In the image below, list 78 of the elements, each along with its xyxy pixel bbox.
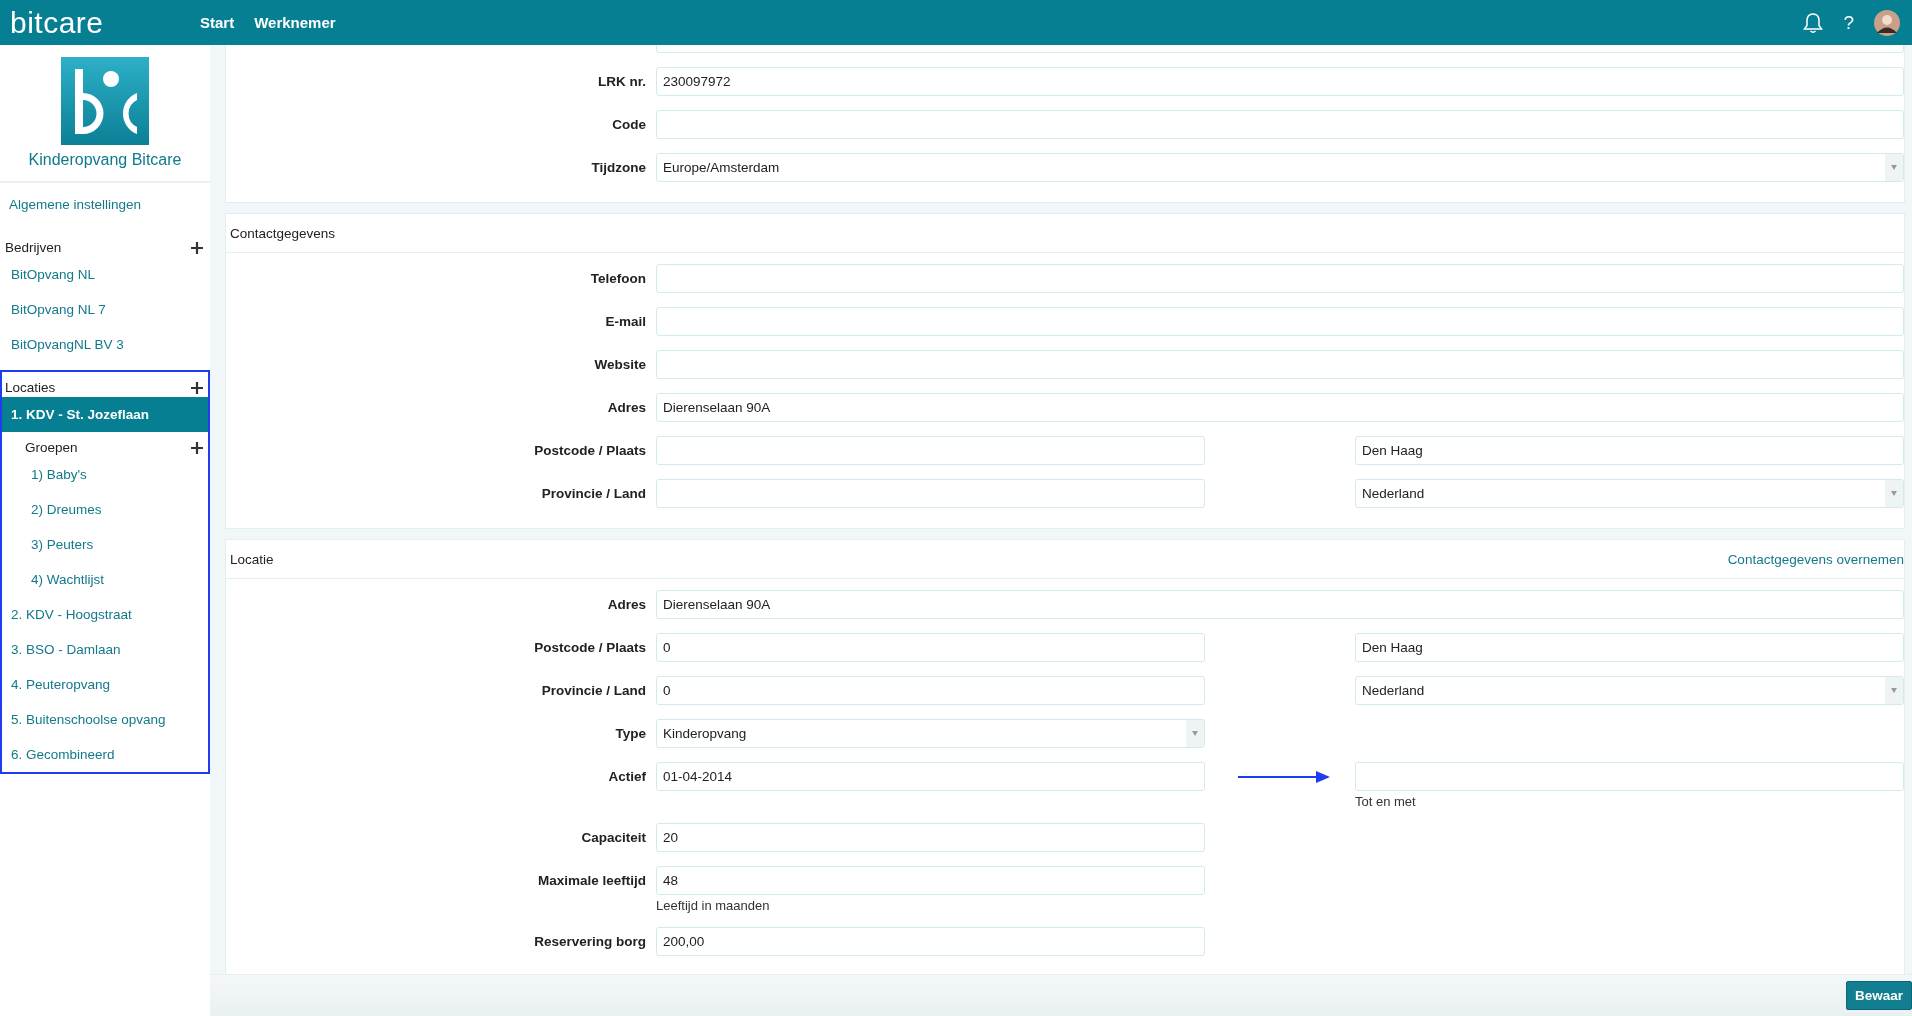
field-label: Provincie / Land bbox=[541, 683, 646, 698]
select-field[interactable]: Kinderopvang bbox=[656, 719, 1205, 748]
sidebar-item[interactable]: 1) Baby's bbox=[2, 457, 208, 492]
help-text: Tot en met bbox=[1355, 794, 1417, 809]
input-field[interactable] bbox=[656, 110, 1904, 139]
field-label: Provincie / Land bbox=[541, 486, 646, 501]
input-field[interactable]: 48 bbox=[656, 866, 1205, 895]
input-field[interactable]: 20 bbox=[656, 823, 1205, 852]
sidebar-item[interactable]: Algemene instellingen bbox=[0, 183, 210, 224]
input-field[interactable] bbox=[656, 307, 1904, 336]
field-label: Maximale leeftijd bbox=[537, 873, 646, 888]
field-label: Adres bbox=[607, 597, 646, 612]
select-field[interactable]: Nederland bbox=[1355, 676, 1904, 705]
input-field[interactable] bbox=[1355, 762, 1904, 791]
nav-link[interactable]: Start bbox=[200, 14, 235, 31]
sidebar-item[interactable]: BitOpvang NL 7 bbox=[2, 292, 208, 327]
field-label: Code bbox=[612, 117, 646, 132]
input-field[interactable]: Den Haag bbox=[1355, 633, 1904, 662]
field-label: Tijdzone bbox=[591, 160, 646, 175]
logo-icon bbox=[61, 57, 149, 145]
nav-link[interactable]: Werknemer bbox=[254, 14, 336, 31]
input-field[interactable]: Den Haag bbox=[1355, 436, 1904, 465]
field-label: Type bbox=[615, 726, 646, 741]
section-title: Groepen bbox=[25, 440, 78, 455]
input-field[interactable] bbox=[656, 350, 1904, 379]
sidebar-item[interactable]: 3. BSO - Damlaan bbox=[2, 632, 208, 667]
avatar-icon[interactable] bbox=[1874, 9, 1900, 36]
caret-icon bbox=[1891, 688, 1897, 693]
input-field[interactable]: Dierenselaan 90A bbox=[656, 590, 1904, 619]
copy-contact-link[interactable]: Contactgegevens overnemen bbox=[1727, 551, 1904, 567]
sidebar-item[interactable]: 6. Gecombineerd bbox=[2, 737, 208, 772]
field-label: Adres bbox=[607, 400, 646, 415]
arrow-icon bbox=[1238, 771, 1330, 783]
sidebar-item[interactable]: 2. KDV - Hoogstraat bbox=[2, 597, 208, 632]
sidebar-item[interactable]: 1. KDV - St. Jozeflaan bbox=[2, 397, 208, 432]
sidebar-item[interactable]: 4) Wachtlijst bbox=[2, 562, 208, 597]
caret-icon bbox=[1192, 731, 1198, 736]
caret-icon bbox=[1891, 165, 1897, 170]
input-field[interactable] bbox=[656, 264, 1904, 293]
help-text: Leeftijd in maanden bbox=[656, 898, 771, 913]
add-icon[interactable] bbox=[191, 441, 203, 454]
save-button[interactable]: Bewaar bbox=[1845, 981, 1912, 1010]
field-label: LRK nr. bbox=[598, 74, 646, 89]
bell-icon[interactable] bbox=[1803, 11, 1824, 34]
organization-name: Kinderopvang Bitcare bbox=[28, 151, 182, 169]
brand-logo[interactable]: bitcare bbox=[10, 7, 200, 38]
field-label: Postcode / Plaats bbox=[534, 443, 646, 458]
field-label: Postcode / Plaats bbox=[534, 640, 646, 655]
sidebar-item[interactable]: BitOpvangNL BV 3 bbox=[2, 327, 208, 362]
select-field[interactable]: Europe/Amsterdam bbox=[656, 153, 1904, 182]
section-title: Bedrijven bbox=[5, 240, 62, 255]
input-field[interactable] bbox=[656, 479, 1205, 508]
sidebar-item[interactable]: 3) Peuters bbox=[2, 527, 208, 562]
panel-title: Locatie bbox=[230, 551, 274, 567]
add-icon[interactable] bbox=[191, 241, 203, 254]
field-label: Telefoon bbox=[590, 271, 646, 286]
input-field[interactable]: 0 bbox=[656, 676, 1205, 705]
sidebar-item[interactable]: 2) Dreumes bbox=[2, 492, 208, 527]
input-field[interactable]: 230097972 bbox=[656, 67, 1904, 96]
field-label: Capaciteit bbox=[581, 830, 646, 845]
select-field[interactable]: Nederland bbox=[1355, 479, 1904, 508]
sidebar-item[interactable]: 5. Buitenschoolse opvang bbox=[2, 702, 208, 737]
field-label: E-mail bbox=[605, 314, 646, 329]
add-icon[interactable] bbox=[191, 381, 203, 394]
field-label: Reservering borg bbox=[534, 934, 646, 949]
sidebar-item[interactable]: BitOpvang NL bbox=[2, 257, 208, 292]
field-label: Actief bbox=[608, 769, 646, 784]
input-field[interactable]: 200,00 bbox=[656, 927, 1205, 956]
sidebar-item[interactable]: 4. Peuteropvang bbox=[2, 667, 208, 702]
caret-icon bbox=[1891, 491, 1897, 496]
input-field[interactable]: 01-04-2014 bbox=[656, 762, 1205, 791]
section-title: Locaties bbox=[5, 380, 56, 395]
input-field[interactable]: 0 bbox=[656, 633, 1205, 662]
input-field[interactable] bbox=[656, 436, 1205, 465]
input-field[interactable]: Dierenselaan 90A bbox=[656, 393, 1904, 422]
help-icon[interactable]: ? bbox=[1843, 11, 1854, 34]
field-label: Website bbox=[594, 357, 646, 372]
panel-title: Contactgegevens bbox=[230, 225, 336, 241]
